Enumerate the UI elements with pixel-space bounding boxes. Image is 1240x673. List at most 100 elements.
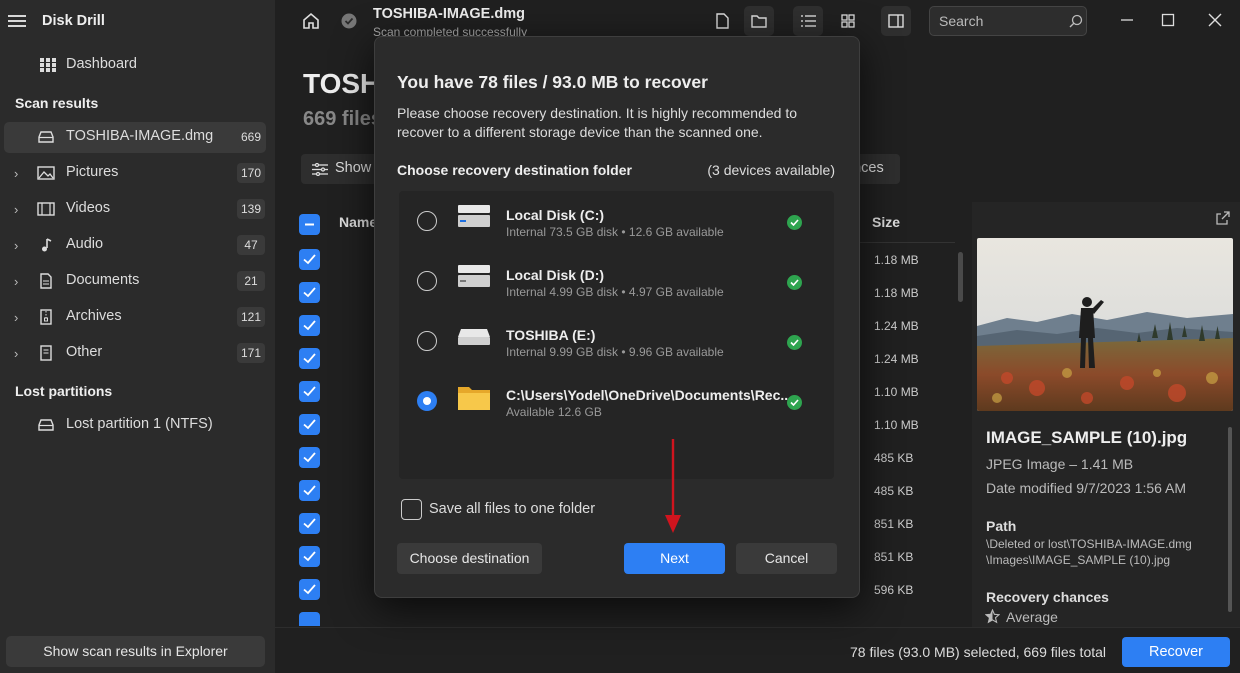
row-checkbox[interactable] [299,315,320,336]
sidebar-item-videos[interactable]: › Videos 139 [0,194,275,224]
row-checkbox[interactable] [299,546,320,567]
file-view-button[interactable] [707,6,737,36]
row-checkbox[interactable] [299,249,320,270]
chevron-right-icon[interactable]: › [14,346,26,361]
count-badge: 121 [236,307,265,327]
row-checkbox[interactable] [299,480,320,501]
preview-scrollbar[interactable] [1228,427,1232,612]
size-cell: 851 KB [874,517,914,531]
sidebar-item-toshiba-image[interactable]: TOSHIBA-IMAGE.dmg 669 [0,122,275,152]
recover-button[interactable]: Recover [1122,637,1230,667]
column-header-size[interactable]: Size [872,214,900,230]
grid-view-button[interactable] [833,6,863,36]
drive-icon [38,419,54,431]
count-badge: 171 [236,343,265,363]
save-all-checkbox[interactable] [401,499,422,520]
device-item-d[interactable]: Local Disk (D:) Internal 4.99 GB disk • … [399,251,834,311]
drive-icon [38,131,54,143]
search-input[interactable]: Search [929,6,1087,36]
device-item-e[interactable]: TOSHIBA (E:) Internal 9.99 GB disk • 9.9… [399,311,834,371]
device-item-c[interactable]: Local Disk (C:) Internal 73.5 GB disk • … [399,191,834,251]
show-label: Show [335,160,372,176]
preview-panel-toggle[interactable] [881,6,911,36]
chevron-right-icon[interactable]: › [14,274,26,289]
preview-path-line: \Deleted or lost\TOSHIBA-IMAGE.dmg [986,537,1192,551]
sidebar-item-archives[interactable]: › Archives 121 [0,302,275,332]
device-radio[interactable] [417,211,437,231]
lost-partitions-heading: Lost partitions [15,383,113,399]
grid-icon [40,58,56,72]
open-external-icon[interactable] [1216,211,1230,225]
row-checkbox[interactable] [299,447,320,468]
column-header-name[interactable]: Name [339,214,377,230]
home-icon[interactable] [302,12,320,30]
next-button[interactable]: Next [624,543,725,574]
star-half-icon [985,609,1000,624]
panel-icon [888,14,904,28]
archive-icon [40,309,52,325]
selection-status: 78 files (93.0 MB) selected, 669 files t… [850,644,1107,660]
sidebar-item-documents[interactable]: › Documents 21 [0,266,275,296]
row-checkbox[interactable] [299,282,320,303]
checkmark-icon [303,419,316,430]
row-checkbox[interactable] [299,348,320,369]
hamburger-menu-icon[interactable] [8,12,26,30]
music-note-icon [42,238,52,252]
sidebar-item-label: Other [66,344,103,360]
choose-destination-label: Choose recovery destination folder [397,162,632,178]
image-icon [37,166,55,180]
select-all-checkbox[interactable] [299,214,320,235]
device-radio-selected[interactable] [417,391,437,411]
row-checkbox[interactable] [299,513,320,534]
search-icon[interactable] [1069,14,1083,28]
chevron-right-icon[interactable]: › [14,238,26,253]
chevron-right-icon[interactable]: › [14,310,26,325]
status-ok-icon [787,395,802,410]
device-item-folder[interactable]: C:\Users\Yodel\OneDrive\Documents\Rec...… [399,371,834,431]
list-view-button[interactable] [793,6,823,36]
check-circle-icon [341,13,357,29]
sidebar-item-dashboard[interactable]: Dashboard [0,50,275,80]
maximize-icon[interactable] [1161,13,1175,27]
list-scrollbar[interactable] [958,252,963,302]
size-cell: 1.24 MB [874,319,919,333]
count-badge: 170 [236,163,265,183]
row-checkbox[interactable] [299,612,320,626]
folder-icon [751,15,767,28]
film-icon [37,202,55,216]
choose-destination-button[interactable]: Choose destination [397,543,542,574]
device-radio[interactable] [417,331,437,351]
sidebar: Disk Drill Dashboard Scan results TOSHIB… [0,0,275,673]
folder-icon [458,387,490,410]
show-filter-button[interactable]: Show [301,154,379,184]
minus-icon [305,223,314,226]
files-count: 669 files [303,108,382,130]
sidebar-item-other[interactable]: › Other 171 [0,338,275,368]
size-cell: 851 KB [874,550,914,564]
save-all-label[interactable]: Save all files to one folder [429,501,595,517]
row-checkbox[interactable] [299,414,320,435]
row-checkbox[interactable] [299,381,320,402]
device-name: Local Disk (D:) [506,267,605,283]
sidebar-item-pictures[interactable]: › Pictures 170 [0,158,275,188]
device-radio[interactable] [417,271,437,291]
cancel-button[interactable]: Cancel [736,543,837,574]
hard-drive-icon [458,265,490,287]
preview-panel: IMAGE_SAMPLE (10).jpg JPEG Image – 1.41 … [972,202,1240,627]
sidebar-item-audio[interactable]: › Audio 47 [0,230,275,260]
folder-view-button[interactable] [744,6,774,36]
count-badge: 669 [236,127,265,147]
sidebar-item-lost-partition[interactable]: Lost partition 1 (NTFS) [0,410,275,440]
row-checkbox[interactable] [299,579,320,600]
document-icon [40,273,52,289]
grid-icon [841,14,855,28]
file-icon [40,345,52,361]
scan-file-title: TOSHIBA-IMAGE.dmg [373,6,525,22]
minimize-icon[interactable] [1120,13,1134,27]
show-in-explorer-button[interactable]: Show scan results in Explorer [6,636,265,667]
document-icon [716,13,729,29]
size-cell: 485 KB [874,451,914,465]
close-icon[interactable] [1208,13,1222,27]
chevron-right-icon[interactable]: › [14,166,26,181]
chevron-right-icon[interactable]: › [14,202,26,217]
